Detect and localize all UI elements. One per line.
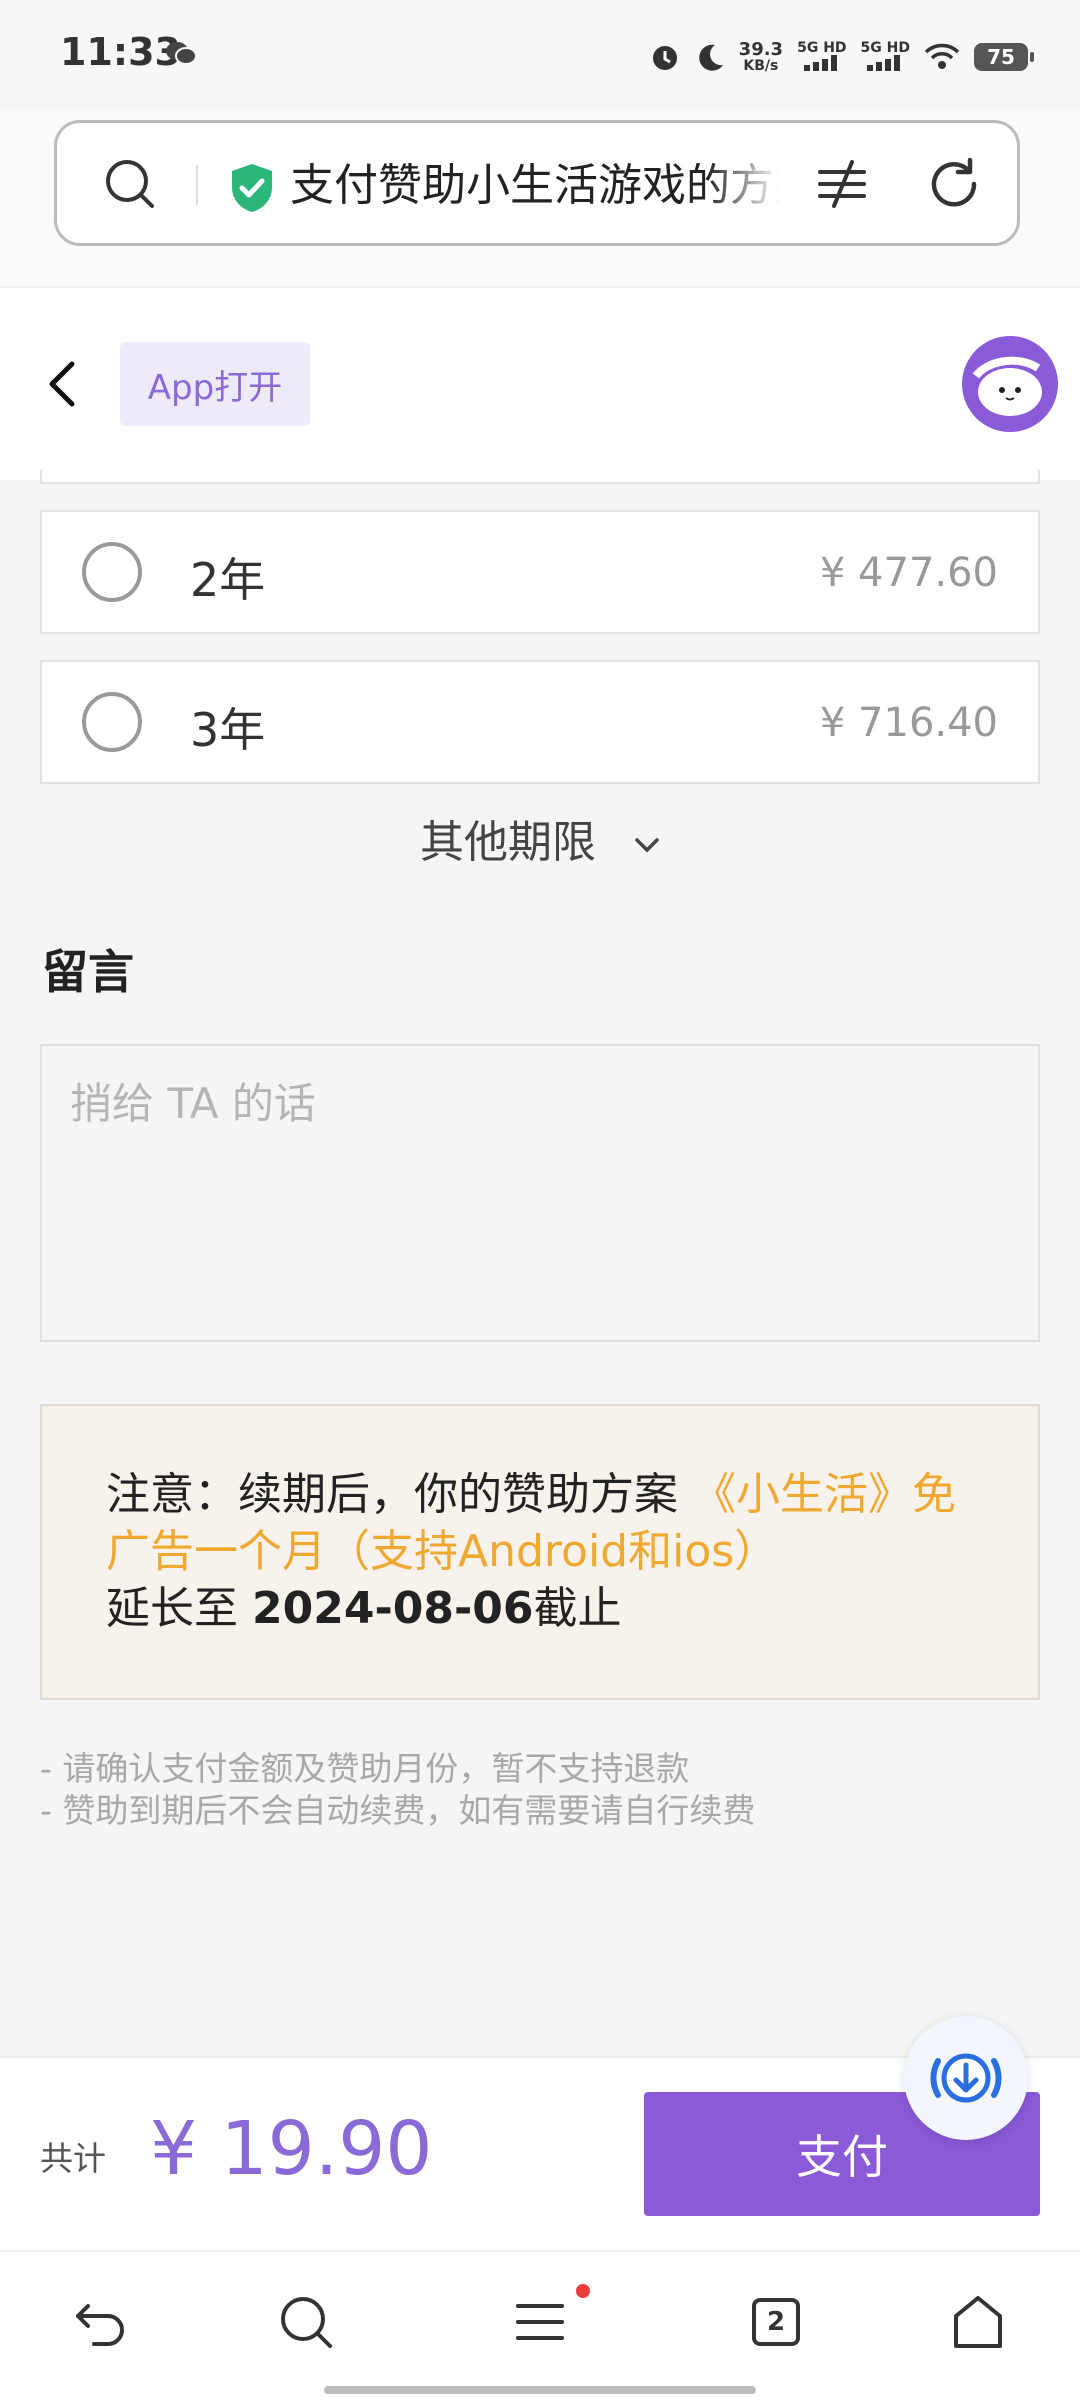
gesture-bar	[324, 2386, 756, 2394]
search-icon[interactable]	[276, 2292, 336, 2352]
notice-prefix: 注意：续期后，你的赞助方案	[106, 1469, 678, 1520]
total-amount: ¥ 19.90	[150, 2106, 433, 2192]
notice-date: 2024-08-06	[252, 1583, 534, 1634]
option-price: ¥ 477.60	[819, 550, 998, 596]
tip-line: - 请确认支付金额及赞助月份，暂不支持退款	[40, 1749, 690, 1788]
tip-line: - 赞助到期后不会自动续费，如有需要请自行续费	[40, 1791, 756, 1830]
net-speed: 39.3 KB/s	[738, 39, 784, 74]
app-open-button[interactable]: App打开	[120, 342, 310, 426]
reload-icon[interactable]	[924, 154, 984, 214]
option-2-years[interactable]: 2年 ¥ 477.60	[40, 510, 1040, 634]
option-label: 2年	[190, 553, 266, 607]
floating-download-button[interactable]	[904, 2016, 1028, 2140]
notice-extend-text: 延长至	[106, 1583, 252, 1634]
option-3-years[interactable]: 3年 ¥ 716.40	[40, 660, 1040, 784]
message-box	[40, 1044, 1040, 1342]
other-period-toggle[interactable]: 其他期限	[0, 806, 1080, 870]
alarm-icon	[652, 46, 677, 70]
option-1-edge	[40, 470, 1040, 484]
signal-2: 5G HD	[861, 41, 910, 74]
back-arrow-icon[interactable]	[42, 356, 82, 412]
filter-icon[interactable]	[812, 154, 872, 214]
renewal-notice: 注意：续期后，你的赞助方案 《小生活》免广告一个月（支持Android和ios）…	[40, 1404, 1040, 1700]
moon-icon	[698, 44, 723, 71]
other-period-label: 其他期限	[420, 817, 596, 868]
battery-indicator: 75	[974, 43, 1034, 71]
option-price: ¥ 716.40	[819, 700, 998, 746]
signal-1: 5G HD	[797, 41, 847, 74]
wechat-icon	[166, 42, 197, 65]
tabs-button[interactable]: 2	[752, 2298, 800, 2346]
home-icon[interactable]	[948, 2292, 1008, 2352]
radio-button[interactable]	[82, 542, 142, 602]
back-icon[interactable]	[72, 2292, 132, 2352]
notice-suffix: 截止	[533, 1583, 622, 1634]
avatar[interactable]	[962, 336, 1058, 432]
message-input[interactable]	[70, 1070, 1010, 1316]
mascot-icon	[972, 356, 1042, 416]
status-icons: 39.3 KB/s 5G HD 5G HD 75	[649, 34, 1034, 80]
shield-check-icon	[232, 164, 272, 212]
option-label: 3年	[190, 703, 266, 757]
message-title: 留言	[42, 945, 134, 999]
total-label: 共计	[40, 2139, 106, 2178]
tips: - 请确认支付金额及赞助月份，暂不支持退款 - 赞助到期后不会自动续费，如有需要…	[40, 1748, 755, 1832]
notification-dot	[576, 2284, 590, 2298]
search-icon[interactable]	[102, 156, 158, 212]
chevron-down-icon	[635, 838, 659, 853]
radio-button[interactable]	[82, 692, 142, 752]
status-time: 11:33	[60, 30, 181, 74]
menu-icon[interactable]	[510, 2292, 570, 2352]
wifi-icon	[924, 43, 960, 69]
page-title-url[interactable]: 支付赞助小生活游戏的方案	[290, 156, 780, 216]
download-signal-icon	[930, 2053, 1002, 2103]
address-divider	[196, 165, 198, 205]
